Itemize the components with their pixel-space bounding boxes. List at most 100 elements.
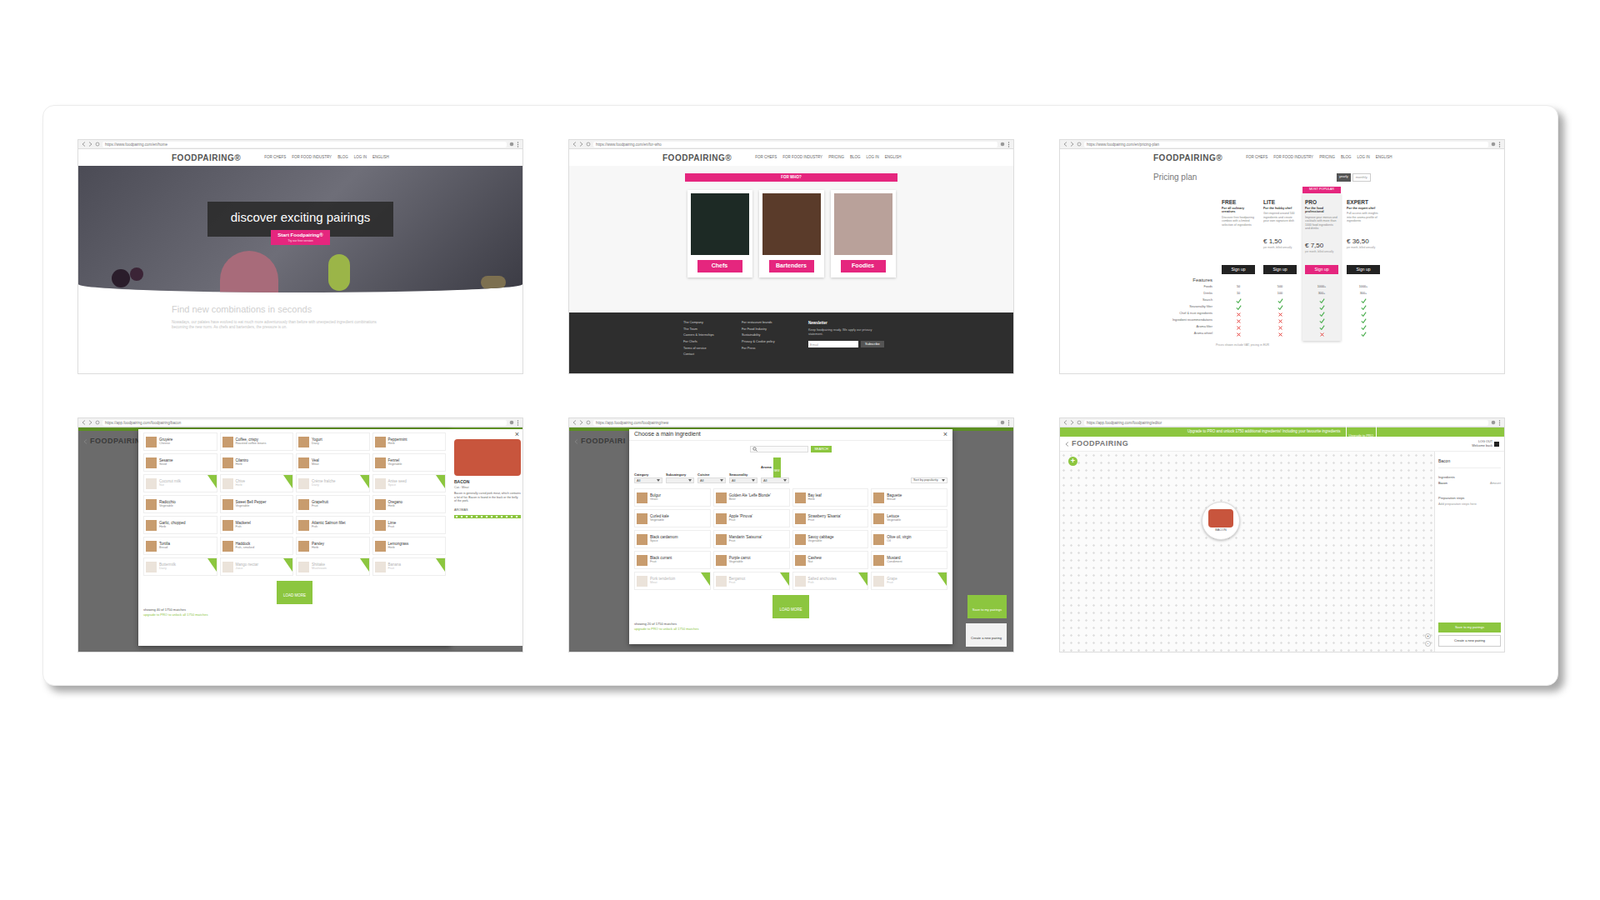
ingredient-tile[interactable]: TortillaBread (143, 536, 218, 555)
filter-select[interactable] (665, 477, 695, 484)
user-menu[interactable]: LOG OUTWelcome back (1471, 440, 1500, 447)
audience-card[interactable]: Bartenders (759, 190, 825, 278)
logo[interactable]: FOODPAIRING® (171, 151, 241, 165)
signup-button[interactable]: Sign up (1263, 265, 1297, 275)
nav-link[interactable]: ENGLISH (372, 155, 390, 161)
nav-link[interactable]: ENGLISH (885, 155, 902, 161)
filter-select[interactable]: All (729, 477, 758, 484)
logo[interactable]: FOODPAIRI (580, 435, 626, 448)
ingredient-tile[interactable]: Purple carrotVegetable (713, 550, 790, 570)
footer-link[interactable]: For Press (741, 346, 775, 352)
signup-button[interactable]: Sign up (1221, 265, 1255, 275)
ingredient-tile[interactable]: Coffee, crispyRoasted coffee beans (220, 432, 295, 451)
billing-option[interactable]: monthly (1352, 173, 1371, 182)
nav-link[interactable]: LOG IN (354, 155, 367, 161)
sort-select[interactable]: Sort by popularity (910, 477, 948, 484)
ingredient-amount[interactable]: Amount (1490, 481, 1501, 487)
filter-select[interactable]: All (760, 477, 790, 484)
zoom-out-button[interactable]: − (1425, 640, 1431, 647)
billing-option[interactable]: yearly (1336, 173, 1351, 182)
logout-link[interactable]: LOG OUT (1478, 440, 1493, 444)
footer-link[interactable]: For Food Industry (741, 327, 775, 333)
upgrade-link[interactable]: upgrade to PRO to unlock all 1750 matche… (634, 626, 948, 632)
footer-link[interactable]: The Team (683, 327, 717, 333)
close-button[interactable]: × (515, 429, 520, 441)
ingredient-tile[interactable]: Savoy cabbageVegetable (792, 530, 870, 549)
address-bar[interactable]: https://app.foodpairing.com/foodpairing/… (102, 420, 507, 426)
add-button[interactable]: + (1068, 456, 1078, 466)
nav-link[interactable]: BLOG (337, 155, 349, 161)
address-bar[interactable]: https://www.foodpairing.com/en/for-who (593, 141, 998, 148)
footer-link[interactable]: Privacy & Cookie policy (741, 340, 775, 345)
footer-link[interactable]: Contact (683, 352, 717, 358)
ingredient-tile[interactable]: PeppermintHerb (372, 432, 447, 451)
search-input[interactable] (750, 445, 809, 453)
ingredient-tile[interactable]: Garlic, choppedHerb (143, 515, 218, 535)
nav-link[interactable]: FOR CHEFS (755, 155, 777, 161)
nav-link[interactable]: FOR FOOD INDUSTRY (782, 155, 823, 161)
nav-link[interactable]: FOR CHEFS (1245, 155, 1268, 161)
ingredient-tile[interactable]: GruyèreCheese (143, 432, 218, 451)
nav-link[interactable]: ENGLISH (1375, 155, 1393, 161)
footer-link[interactable]: Careers & Internships (683, 333, 717, 339)
ingredient-tile[interactable]: ShiitakeMushroom (295, 557, 370, 576)
ingredient-tile[interactable]: Golden Ale 'Leffe Blonde'Beer (713, 488, 790, 507)
ingredient-tile[interactable]: LimeFruit (372, 515, 447, 535)
ingredient-tile[interactable]: Salted anchoviesFish (792, 571, 870, 590)
ingredient-tile[interactable]: Apple 'Pinova'Fruit (713, 509, 790, 528)
nav-link[interactable]: FOR CHEFS (264, 155, 286, 161)
ingredient-node[interactable]: BACON (1201, 501, 1240, 540)
footer-link[interactable]: The Company (683, 320, 717, 326)
ingredient-tile[interactable]: Coconut milkNut (143, 474, 218, 493)
start-button[interactable]: Start Foodpairing®Try our free version (270, 230, 330, 245)
address-bar[interactable]: https://app.foodpairing.com/foodpairing/… (593, 420, 998, 426)
ingredient-tile[interactable]: BananaFruit (372, 557, 447, 576)
email-input[interactable] (808, 340, 859, 348)
nav-link[interactable]: FOR FOOD INDUSTRY (1273, 155, 1314, 161)
create-button[interactable]: Create a new pairing (965, 623, 1007, 647)
ingredient-tile[interactable]: BergamotFruit (713, 571, 790, 590)
ingredient-tile[interactable]: ParsleyHerb (295, 536, 370, 555)
search-button[interactable]: SEARCH (810, 445, 832, 453)
ingredient-tile[interactable]: HaddockFish, smoked (220, 536, 295, 555)
ingredient-tile[interactable]: Atlantic Salmon filletFish (295, 515, 370, 535)
upgrade-link[interactable]: upgrade to PRO to unlock all 1750 matche… (143, 612, 446, 618)
ingredient-tile[interactable]: LemongrassHerb (372, 536, 447, 555)
load-more-button[interactable]: LOAD MORE (772, 595, 809, 619)
ingredient-tile[interactable]: MustardCondiment (870, 550, 948, 570)
ingredient-tile[interactable]: CashewNut (792, 550, 870, 570)
ingredient-tile[interactable]: BulgurGrain (634, 488, 711, 507)
footer-link[interactable]: For Chefs (683, 340, 717, 345)
ingredient-tile[interactable]: ButtermilkDairy (143, 557, 218, 576)
load-more-button[interactable]: LOAD MORE (276, 580, 313, 605)
steps-hint[interactable]: Add preparation steps here (1438, 502, 1501, 508)
ingredient-tile[interactable]: OreganoHerb (372, 495, 447, 514)
signup-button[interactable]: Sign up (1346, 265, 1380, 275)
ingredient-tile[interactable]: CilantroHerb (220, 453, 295, 472)
ingredient-tile[interactable]: MackerelFish (220, 515, 295, 535)
ingredient-tile[interactable]: YogurtDairy (295, 432, 370, 451)
pairing-canvas[interactable]: +BACON+− (1060, 451, 1435, 652)
audience-button[interactable]: Foodies (840, 260, 886, 273)
ingredient-tile[interactable]: Mandarin 'Satsuma'Fruit (713, 530, 790, 549)
logo[interactable]: FOODPAIRING® (1153, 151, 1223, 165)
ingredient-tile[interactable]: RadicchioVegetable (143, 495, 218, 514)
filter-select[interactable]: All (697, 477, 726, 484)
footer-link[interactable]: For restaurant brands (741, 320, 775, 326)
create-button[interactable]: Create a new pairing (1438, 635, 1501, 647)
zoom-in-button[interactable]: + (1425, 633, 1431, 640)
ingredient-tile[interactable]: Olive oil, virginOil (870, 530, 948, 549)
footer-link[interactable]: Terms of service (683, 346, 717, 352)
ingredient-tile[interactable]: Pork tenderloinMeat (634, 571, 711, 590)
nav-link[interactable]: LOG IN (865, 155, 879, 161)
ingredient-tile[interactable]: Black currantFruit (634, 550, 711, 570)
signup-button[interactable]: Sign up (1305, 265, 1339, 275)
ingredient-tile[interactable]: Anise seedSpice (372, 474, 447, 493)
ingredient-tile[interactable]: Mango nectarJuice (220, 557, 295, 576)
footer-link[interactable]: Sustainability (741, 333, 775, 339)
nav-link[interactable]: PRICING (828, 155, 845, 161)
nav-link[interactable]: PRICING (1319, 155, 1335, 161)
logo[interactable]: FOODPAIRING® (662, 151, 732, 165)
upgrade-button[interactable]: Upgrade to PRO (1345, 421, 1378, 444)
ingredient-tile[interactable]: GrapeFruit (870, 571, 948, 590)
